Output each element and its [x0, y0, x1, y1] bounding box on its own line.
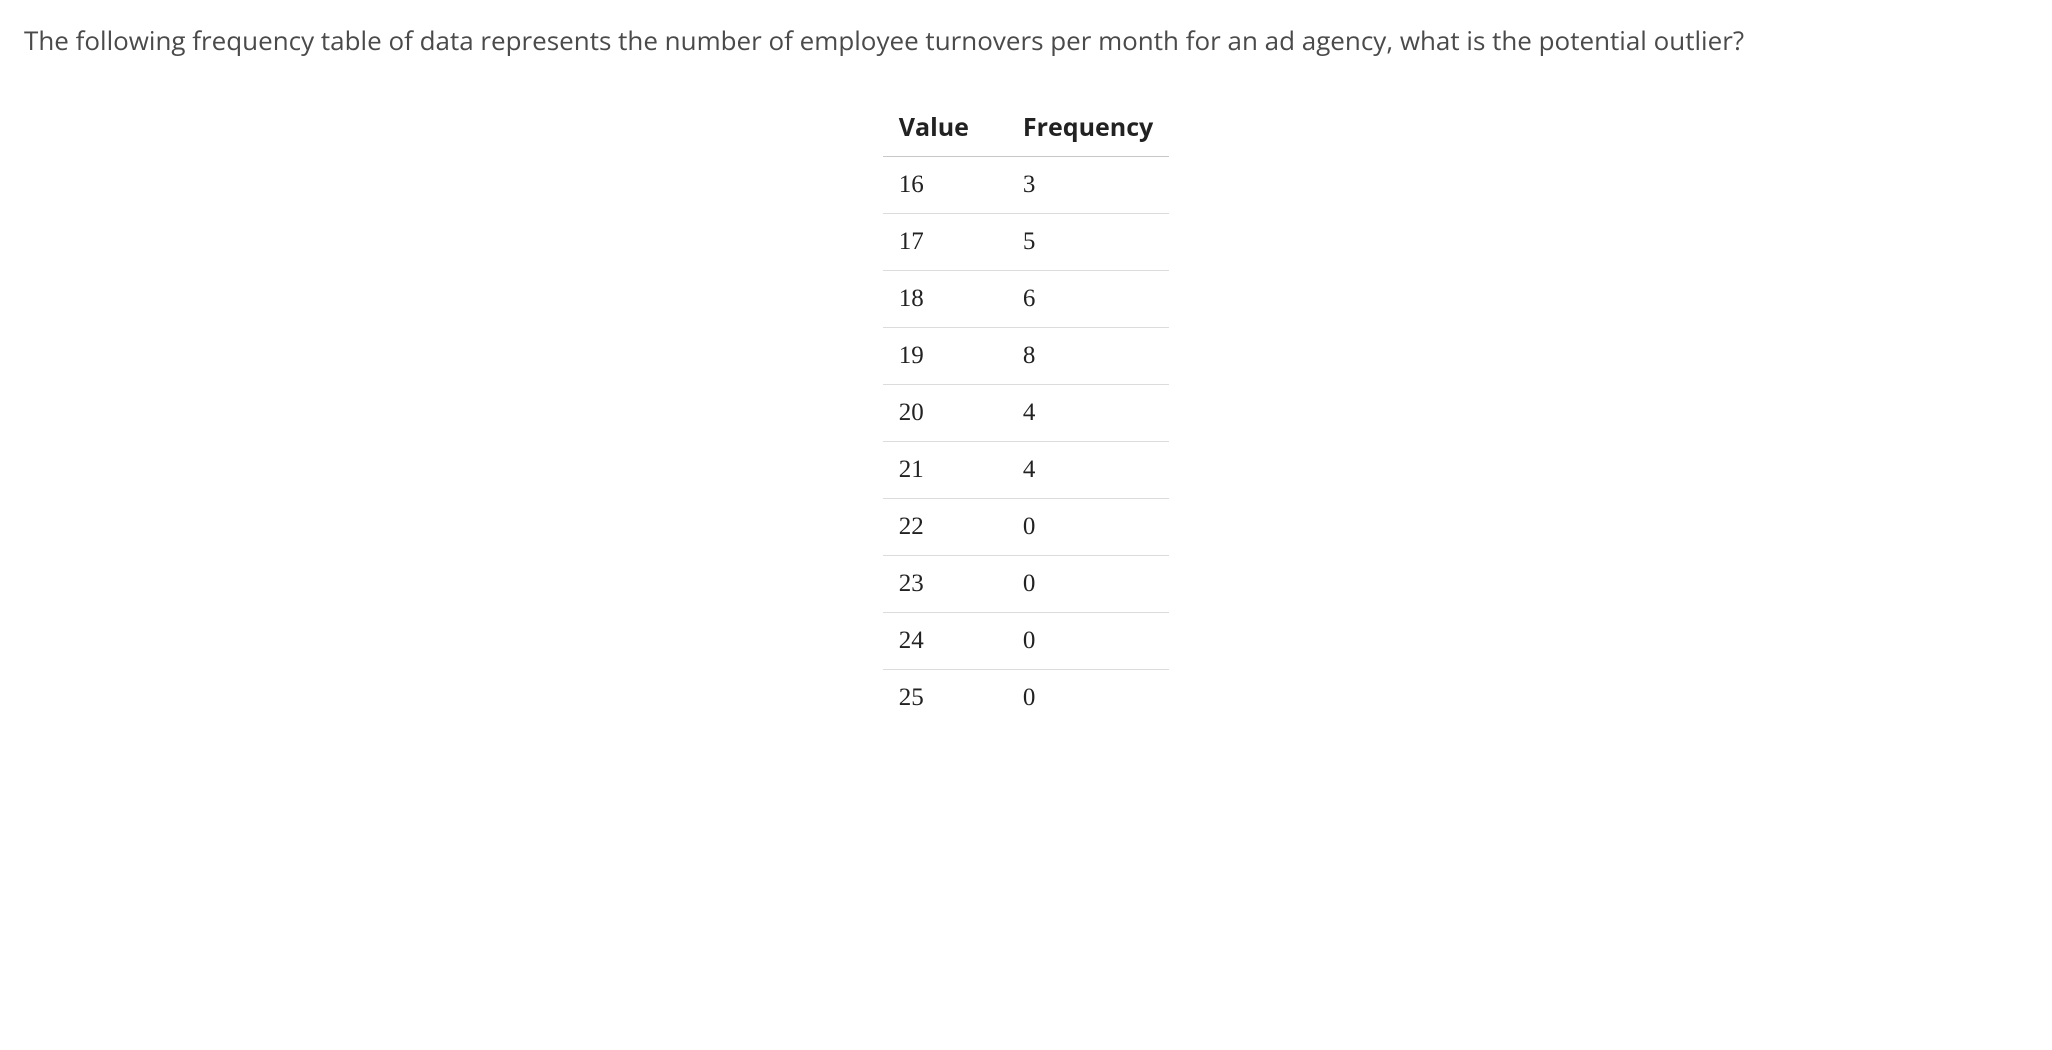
- cell-frequency: 8: [1007, 328, 1169, 385]
- table-row: 21 4: [883, 442, 1170, 499]
- table-row: 19 8: [883, 328, 1170, 385]
- cell-value: 23: [883, 556, 1007, 613]
- table-row: 18 6: [883, 271, 1170, 328]
- cell-frequency: 6: [1007, 271, 1169, 328]
- cell-value: 19: [883, 328, 1007, 385]
- cell-value: 20: [883, 385, 1007, 442]
- cell-value: 25: [883, 670, 1007, 727]
- cell-value: 16: [883, 157, 1007, 214]
- table-body: 16 3 17 5 18 6 19 8 20 4 21 4: [883, 157, 1170, 727]
- question-text: The following frequency table of data re…: [24, 20, 2028, 60]
- cell-frequency: 0: [1007, 499, 1169, 556]
- cell-frequency: 5: [1007, 214, 1169, 271]
- cell-frequency: 4: [1007, 385, 1169, 442]
- table-row: 24 0: [883, 613, 1170, 670]
- table-row: 22 0: [883, 499, 1170, 556]
- table-row: 17 5: [883, 214, 1170, 271]
- cell-value: 24: [883, 613, 1007, 670]
- table-row: 25 0: [883, 670, 1170, 727]
- table-container: Value Frequency 16 3 17 5 18 6 19 8 20: [24, 98, 2028, 726]
- cell-frequency: 0: [1007, 670, 1169, 727]
- table-row: 23 0: [883, 556, 1170, 613]
- cell-frequency: 0: [1007, 556, 1169, 613]
- cell-frequency: 4: [1007, 442, 1169, 499]
- table-row: 16 3: [883, 157, 1170, 214]
- cell-frequency: 3: [1007, 157, 1169, 214]
- cell-frequency: 0: [1007, 613, 1169, 670]
- table-row: 20 4: [883, 385, 1170, 442]
- table-header-row: Value Frequency: [883, 98, 1170, 157]
- frequency-table: Value Frequency 16 3 17 5 18 6 19 8 20: [883, 98, 1170, 726]
- cell-value: 22: [883, 499, 1007, 556]
- cell-value: 18: [883, 271, 1007, 328]
- header-value: Value: [883, 98, 1007, 157]
- cell-value: 21: [883, 442, 1007, 499]
- cell-value: 17: [883, 214, 1007, 271]
- header-frequency: Frequency: [1007, 98, 1169, 157]
